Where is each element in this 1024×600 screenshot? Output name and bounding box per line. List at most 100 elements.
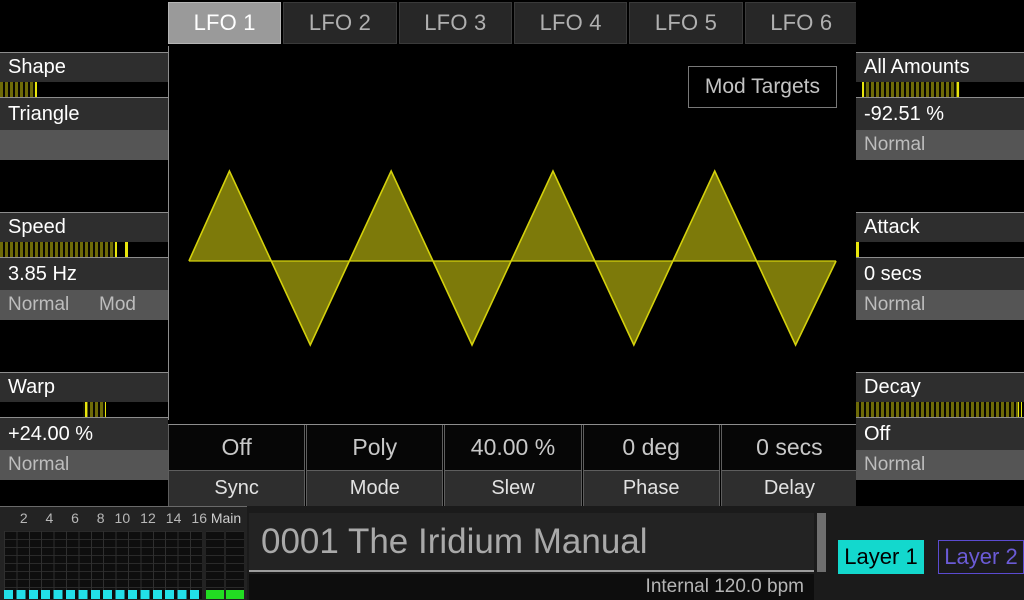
param-speed[interactable]: Speed 3.85 Hz Normal Mod [0,212,168,360]
tab-lfo-1[interactable]: LFO 1 [168,2,281,44]
param-all-amounts-slider[interactable] [856,82,1024,98]
param-phase-value[interactable]: 0 deg [583,425,720,471]
param-decay-slider[interactable] [856,402,1024,418]
param-all-amounts-label: All Amounts [856,52,1024,82]
layer-selector: Layer 1 Layer 2 [830,506,1024,600]
param-decay-mode[interactable]: Normal [856,450,1024,480]
lfo-tab-bar: LFO 1LFO 2LFO 3LFO 4LFO 5LFO 6 [168,0,858,44]
param-spacer [0,320,168,360]
main-meter-left [206,531,224,599]
param-sync-value[interactable]: Off [168,425,305,471]
param-attack-mode[interactable]: Normal [856,290,1024,320]
main-meter-right-level [226,590,244,599]
param-spacer [856,160,1024,200]
param-mode-value[interactable]: Poly [306,425,443,471]
slider-fill [0,242,114,257]
param-speed-value[interactable]: 3.85 Hz [0,258,168,290]
param-all-amounts-value[interactable]: -92.51 % [856,98,1024,130]
preset-name[interactable]: 0001 The Iridium Manual [249,513,814,572]
meter-main-label: Main [207,510,245,526]
slider-mod-marker [957,82,960,97]
slider-fill [84,402,104,417]
slider-marker [113,242,117,257]
meter-channel-label: 4 [28,510,54,526]
param-mode-label: Normal [8,454,69,476]
meter-channel-labels: 246810121416Main [0,507,247,529]
param-attack-label: Attack [856,212,1024,242]
param-decay-label: Decay [856,372,1024,402]
mod-targets-button[interactable]: Mod Targets [688,66,837,108]
param-mod-label[interactable]: Mod [99,294,168,316]
param-sync[interactable]: OffSync [168,425,305,506]
param-shape-mode[interactable] [0,130,168,160]
param-all-amounts-mode[interactable]: Normal [856,130,1024,160]
param-phase[interactable]: 0 degPhase [583,425,720,506]
param-mode[interactable]: PolyMode [306,425,443,506]
param-mode-label: Normal [8,294,69,316]
preset-area: 0001 The Iridium Manual Internal 120.0 b… [249,510,826,600]
preset-scrollbar-thumb[interactable] [817,513,826,572]
param-mode-label: Normal [864,454,925,476]
param-phase-label: Phase [583,471,720,506]
param-shape-label: Shape [0,52,168,82]
left-parameter-sidebar: ShapeTriangleSpeed3.85 HzNormalModWarp+2… [0,0,168,506]
meter-channel-label: 10 [105,510,131,526]
meter-grid [4,531,202,599]
lfo-parameter-strip: OffSyncPolyMode40.00 %Slew0 degPhase0 se… [168,424,858,506]
tab-lfo-4[interactable]: LFO 4 [514,2,627,44]
param-warp-slider[interactable] [0,402,168,418]
meter-channel-label: 16 [181,510,207,526]
meter-activity [4,590,202,599]
tempo-display[interactable]: Internal 120.0 bpm [249,574,814,600]
slider-fill [856,402,1019,417]
param-slew-value[interactable]: 40.00 % [444,425,581,471]
tab-lfo-5[interactable]: LFO 5 [629,2,742,44]
param-speed-slider[interactable] [0,242,168,258]
slider-mod-marker [125,242,128,257]
synth-screen: LFO 1LFO 2LFO 3LFO 4LFO 5LFO 6 Shape Tria… [0,0,1024,600]
param-shape-value[interactable]: Triangle [0,98,168,130]
right-parameter-sidebar: All Amounts -92.51 % Normal Attack 0 secs Nor… [856,0,1024,506]
param-attack-value[interactable]: 0 secs [856,258,1024,290]
slider-marker [33,82,37,97]
tab-lfo-3[interactable]: LFO 3 [399,2,512,44]
meter-channel-label: 6 [53,510,79,526]
param-warp-mode[interactable]: Normal [0,450,168,480]
param-shape[interactable]: Shape Triangle [0,52,168,200]
param-attack-slider[interactable] [856,242,1024,258]
main-meter-left-level [206,590,224,599]
main-meter-right [226,531,244,599]
param-warp[interactable]: Warp+24.00 %Normal [0,372,168,520]
param-attack[interactable]: Attack 0 secs Normal [856,212,1024,360]
meter-channel-label: 2 [2,510,28,526]
param-mode-label: Normal [864,134,925,156]
param-spacer [856,320,1024,360]
param-slew[interactable]: 40.00 %Slew [444,425,581,506]
status-bar: 246810121416Main 0001 The Iridium Manual… [0,506,1024,600]
param-warp-value[interactable]: +24.00 % [0,418,168,450]
param-all-amounts[interactable]: All Amounts -92.51 % Normal [856,52,1024,200]
layer-button-2[interactable]: Layer 2 [938,540,1024,574]
tab-lfo-6[interactable]: LFO 6 [745,2,858,44]
param-mode-label: Mode [306,471,443,506]
slider-marker [1018,402,1022,417]
param-decay[interactable]: Decay Off Normal [856,372,1024,520]
param-delay-value[interactable]: 0 secs [721,425,858,471]
param-shape-slider[interactable] [0,82,168,98]
lfo-waveform-panel: Mod Targets [168,46,858,420]
param-decay-value[interactable]: Off [856,418,1024,450]
meter-channel-label: 8 [79,510,105,526]
meter-channel-label: 14 [156,510,182,526]
slider-marker [856,242,859,257]
param-speed-mode[interactable]: Normal Mod [0,290,168,320]
layer-button-1[interactable]: Layer 1 [838,540,924,574]
tab-lfo-2[interactable]: LFO 2 [283,2,396,44]
slider-fill [863,82,959,97]
param-speed-label: Speed [0,212,168,242]
param-mode-label: Normal [864,294,925,316]
param-slew-label: Slew [444,471,581,506]
param-delay[interactable]: 0 secsDelay [721,425,858,506]
slider-mod-marker [103,402,106,417]
param-sync-label: Sync [168,471,305,506]
channel-meters[interactable]: 246810121416Main [0,506,247,600]
